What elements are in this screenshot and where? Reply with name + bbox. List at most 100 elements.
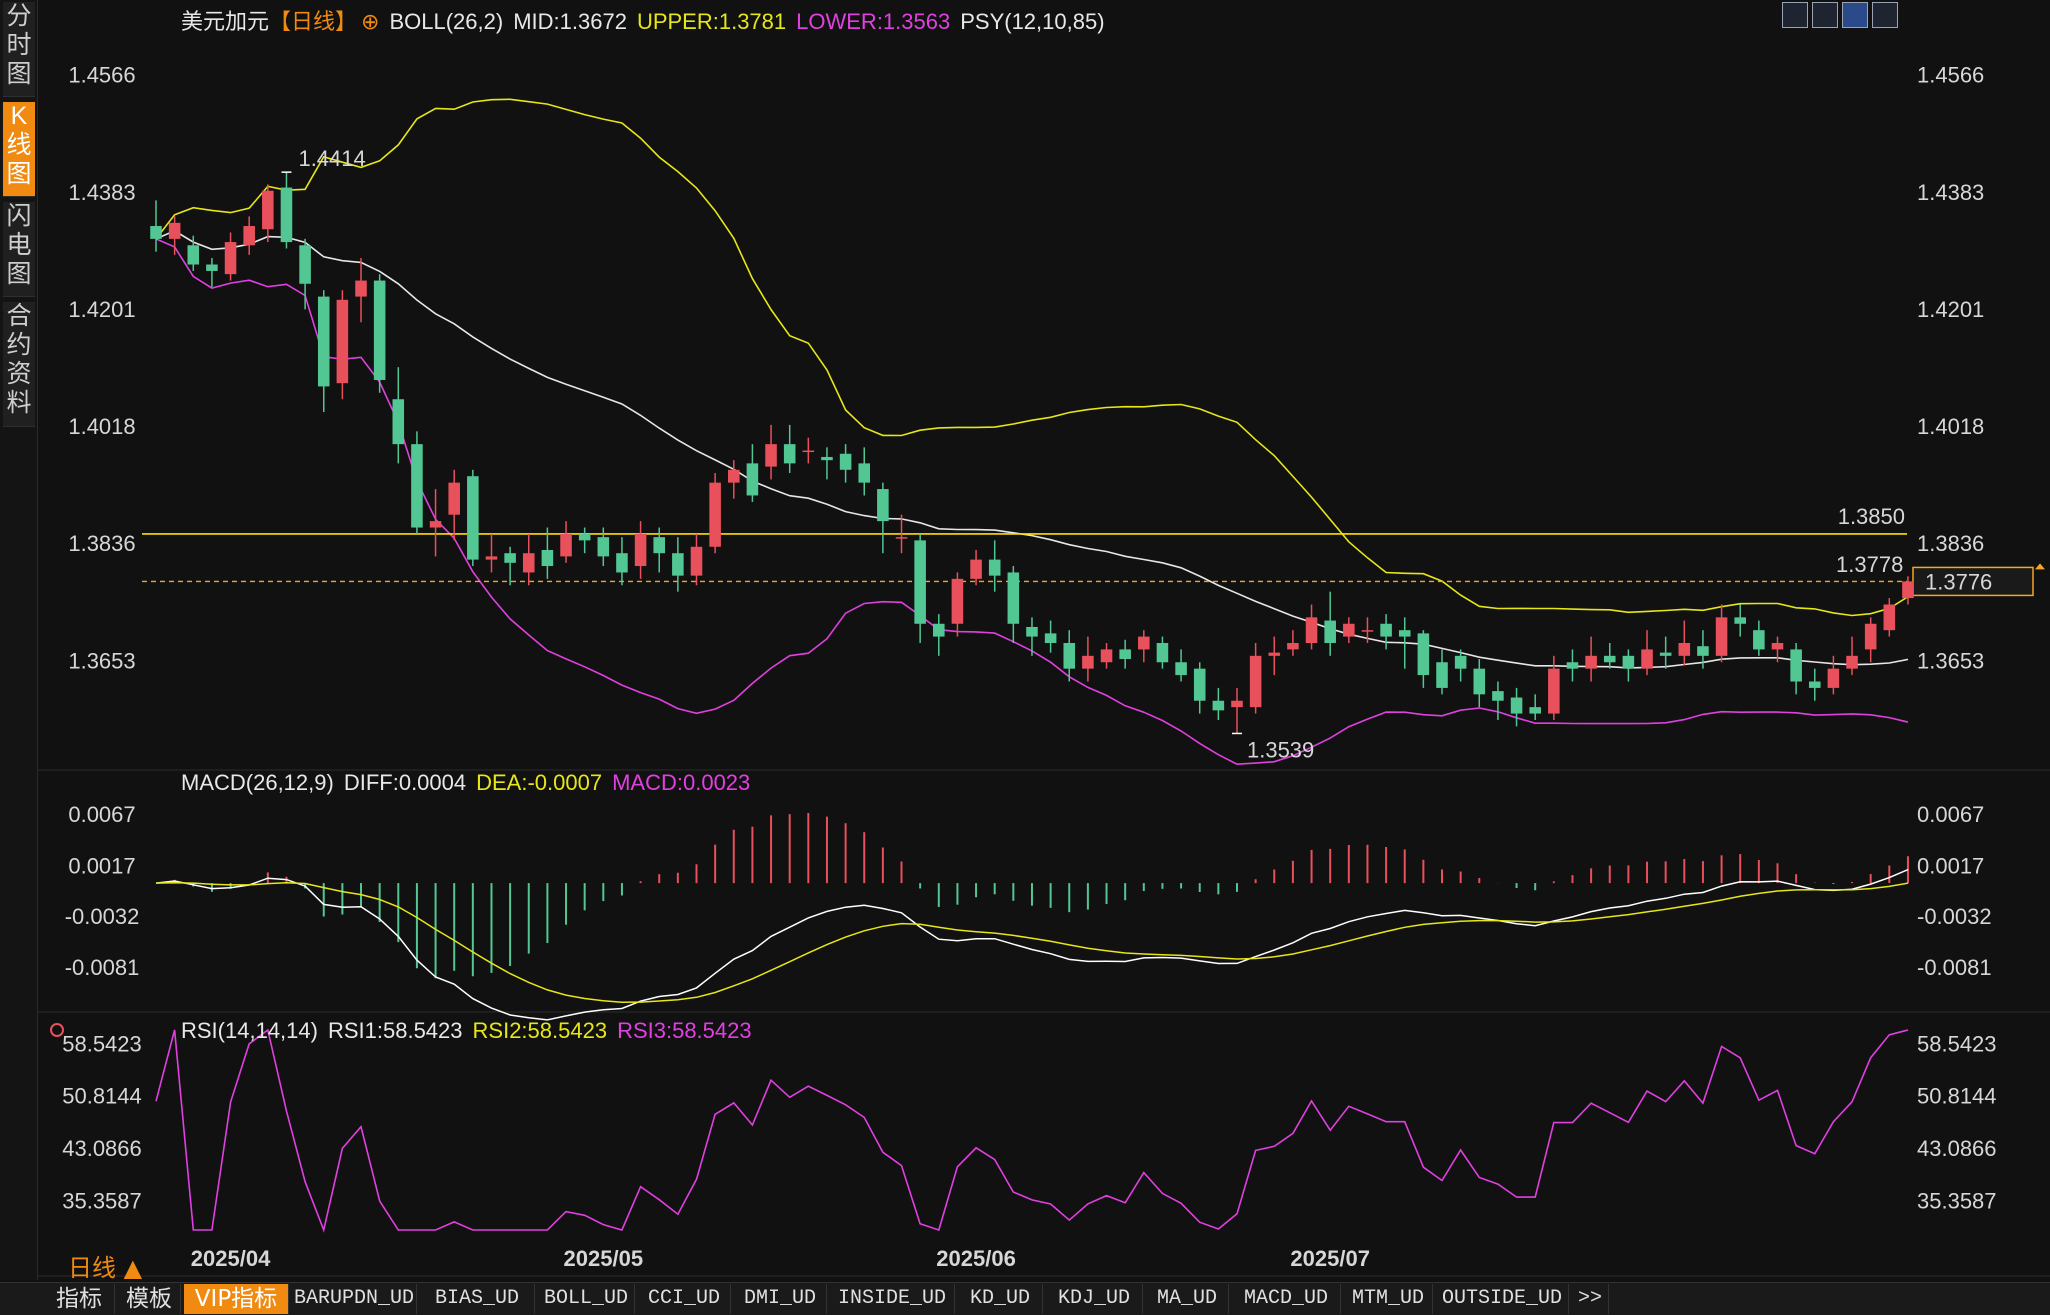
boll-upper-label: UPPER:1.3781: [636, 9, 787, 34]
bottom-tab-6[interactable]: CCI_UD: [638, 1284, 731, 1314]
bottom-tab-7[interactable]: DMI_UD: [734, 1284, 827, 1314]
sidebar-tab-2[interactable]: 闪 电 图: [3, 202, 35, 297]
chart-area[interactable]: 1.4566 1.4566 1.4383 1.4383 1.4201 1.4201 1.40…: [37, 0, 2050, 1280]
bottom-tab-0[interactable]: 指标: [44, 1284, 115, 1314]
main-legend: 美元加元【日线】 ⊕ BOLL(26,2) MID:1.3672 UPPER:1.378…: [181, 4, 1115, 36]
candle-body: [187, 245, 200, 265]
candle-body: [1473, 668, 1486, 695]
rsi-axis-label-left: 43.0866: [62, 1136, 142, 1161]
sidebar-tab-0[interactable]: 分 时 图: [3, 2, 35, 97]
add-indicator-icon[interactable]: ⊕: [361, 9, 379, 34]
candle-body: [1864, 623, 1877, 650]
candle-body: [988, 559, 1001, 576]
candle-body: [1548, 668, 1560, 714]
date-axis-label: 2025/04: [191, 1246, 271, 1271]
candle-body: [1510, 697, 1523, 714]
candle-body: [951, 578, 964, 624]
candle-body: [1026, 626, 1038, 637]
bottom-tab-1[interactable]: 模板: [118, 1284, 181, 1314]
price-axis-label-right: 1.4383: [1917, 180, 1984, 205]
candle-body: [914, 540, 926, 624]
date-axis-label: 2025/06: [936, 1246, 1016, 1271]
bottom-tab-15[interactable]: >>: [1572, 1284, 1609, 1314]
rsi-axis-label-left: 35.3587: [62, 1188, 142, 1213]
rsi2-value: RSI2:58.5423: [472, 1018, 608, 1043]
bottom-tab-5[interactable]: BOLL_UD: [538, 1284, 635, 1314]
candle-body: [1231, 700, 1243, 708]
candle-body: [448, 482, 460, 515]
price-axis-label-right: 1.4018: [1917, 414, 1984, 439]
candle-body: [1156, 643, 1169, 663]
candle-body: [783, 444, 796, 464]
candle-body: [1343, 623, 1355, 637]
candle-body: [560, 533, 572, 557]
candle-body: [690, 546, 703, 576]
bottom-tab-12[interactable]: MACD_UD: [1232, 1284, 1341, 1314]
candle-body: [1193, 668, 1206, 701]
bottom-tab-11[interactable]: MA_UD: [1146, 1284, 1229, 1314]
macd-axis-label-right: 0.0067: [1917, 802, 1984, 827]
indicator-tab-bar: 指标 模板 VIP指标 BARUPDN_UD BIAS_UD BOLL_UD CCI_UD D…: [0, 1282, 2050, 1315]
candle-body: [709, 482, 721, 547]
zoom-in-icon[interactable]: [1842, 2, 1868, 28]
candle-body: [1380, 623, 1392, 637]
candle-body: [485, 556, 498, 560]
bottom-tab-4[interactable]: BIAS_UD: [420, 1284, 535, 1314]
sidebar-tab-3[interactable]: 合 约 资 料: [3, 302, 35, 427]
macd-axis-label-left: -0.0081: [65, 955, 140, 980]
bottom-tab-2[interactable]: VIP指标: [184, 1284, 289, 1314]
candle-body: [1212, 700, 1225, 711]
candle-body: [616, 553, 628, 573]
candle-body: [429, 521, 442, 528]
candle-body: [578, 533, 591, 541]
candle-body: [895, 537, 908, 539]
candle-body: [1715, 617, 1728, 656]
bottom-tab-8[interactable]: INSIDE_UD: [830, 1284, 955, 1314]
bottom-tab-3[interactable]: BARUPDN_UD: [292, 1284, 417, 1314]
macd-axis-label-left: 0.0017: [68, 854, 135, 879]
bottom-tab-10[interactable]: KDJ_UD: [1046, 1284, 1143, 1314]
price-level-label: 1.3850: [1838, 504, 1905, 529]
rsi3-value: RSI3:58.5423: [617, 1018, 752, 1043]
candle-body: [224, 242, 237, 275]
candle-body: [765, 444, 777, 467]
macd-axis-label-right: -0.0032: [1917, 904, 1992, 929]
candle-body: [970, 559, 982, 579]
date-axis-label: 2025/05: [564, 1246, 644, 1271]
candle-body: [1268, 652, 1281, 656]
boll-mid-label: MID:1.3672: [513, 9, 627, 34]
crosshair-icon[interactable]: [1782, 2, 1808, 28]
bottom-tab-14[interactable]: OUTSIDE_UD: [1436, 1284, 1569, 1314]
bottom-tab-13[interactable]: MTM_UD: [1344, 1284, 1433, 1314]
macd-dea: DEA:-0.0007: [476, 770, 603, 795]
price-axis-label-right: 1.4566: [1917, 63, 1984, 88]
candle-body: [1044, 633, 1057, 644]
scroll-right-icon[interactable]: [1872, 2, 1898, 28]
bottom-tab-9[interactable]: KD_UD: [958, 1284, 1043, 1314]
macd-name: MACD(26,12,9): [181, 770, 334, 795]
candle-body: [1249, 655, 1262, 708]
macd-axis-label-left: -0.0032: [65, 904, 140, 929]
candle-body: [634, 533, 647, 567]
candle-body: [280, 187, 293, 243]
rsi-name: RSI(14,14,14): [181, 1018, 318, 1043]
candle-body: [1417, 633, 1430, 676]
candle-body: [1119, 649, 1131, 660]
candle-body: [504, 553, 516, 563]
candle-body: [1734, 617, 1746, 624]
candle-body: [1659, 652, 1672, 656]
candle-style-icon[interactable]: [1812, 2, 1838, 28]
candle-body: [1305, 617, 1318, 644]
candle-body: [541, 549, 554, 567]
candle-body: [1641, 649, 1653, 669]
timeframe-selector[interactable]: 日线 ▲: [68, 1248, 142, 1283]
chart-canvas[interactable]: 1.4566 1.4566 1.4383 1.4383 1.4201 1.4201 1.40…: [37, 0, 2050, 1280]
candle-body: [933, 623, 945, 637]
candle-body: [1622, 655, 1635, 669]
indicator-settings-icon: [50, 1023, 64, 1037]
sidebar-tab-1[interactable]: K 线 图: [3, 102, 35, 197]
candle-body: [1883, 604, 1896, 631]
candle-body: [1827, 668, 1840, 688]
rsi1-value: RSI1:58.5423: [327, 1018, 463, 1043]
recent-high-label: 1.3778: [1836, 552, 1903, 577]
